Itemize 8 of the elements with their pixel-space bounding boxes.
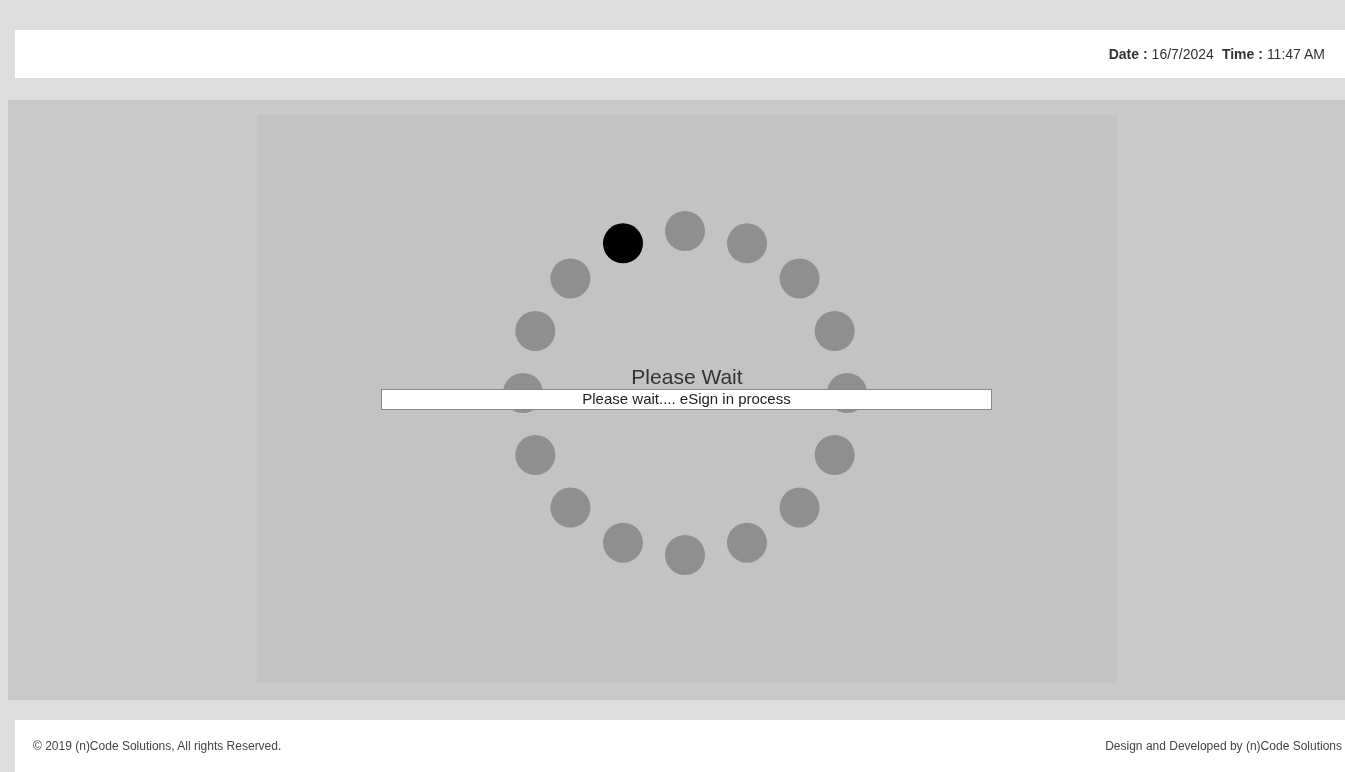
copyright-text: © 2019 (n)Code Solutions, All rights Reserved.: [33, 738, 282, 755]
date-label: Date :: [1108, 44, 1148, 64]
time-label: Time :: [1221, 44, 1263, 64]
date-text: 16/7/2024: [1151, 44, 1214, 64]
status-message-bar: Please wait.... eSign in process: [381, 389, 992, 410]
credit-text: Design and Developed by (n)Code Solutions: [1105, 738, 1342, 755]
time-text: 11:47 AM: [1266, 44, 1325, 64]
please-wait-title: Please Wait: [631, 365, 743, 389]
